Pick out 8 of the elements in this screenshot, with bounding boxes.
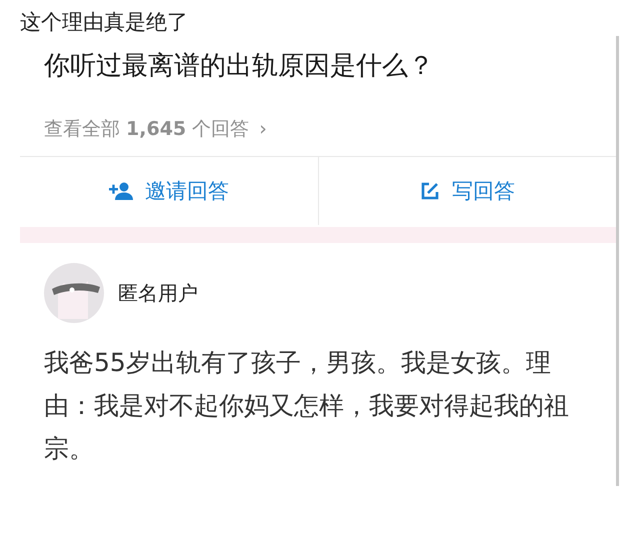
view-all-answers-link[interactable]: 查看全部 1,645 个回答 › (44, 114, 267, 144)
add-person-icon (108, 181, 133, 201)
caption-text: 这个理由真是绝了 (19, 9, 189, 36)
edit-icon (420, 181, 440, 201)
answer-text: 我爸55岁出轨有了孩子，男孩。我是女孩。理由：我是对不起你妈又怎样，我要对得起我的祖宗。 (44, 347, 570, 465)
author-name: 匿名用户 (118, 280, 198, 306)
question-title: 你听过最离谱的出轨原因是什么？ (43, 50, 435, 83)
avatar-icon (44, 263, 104, 323)
